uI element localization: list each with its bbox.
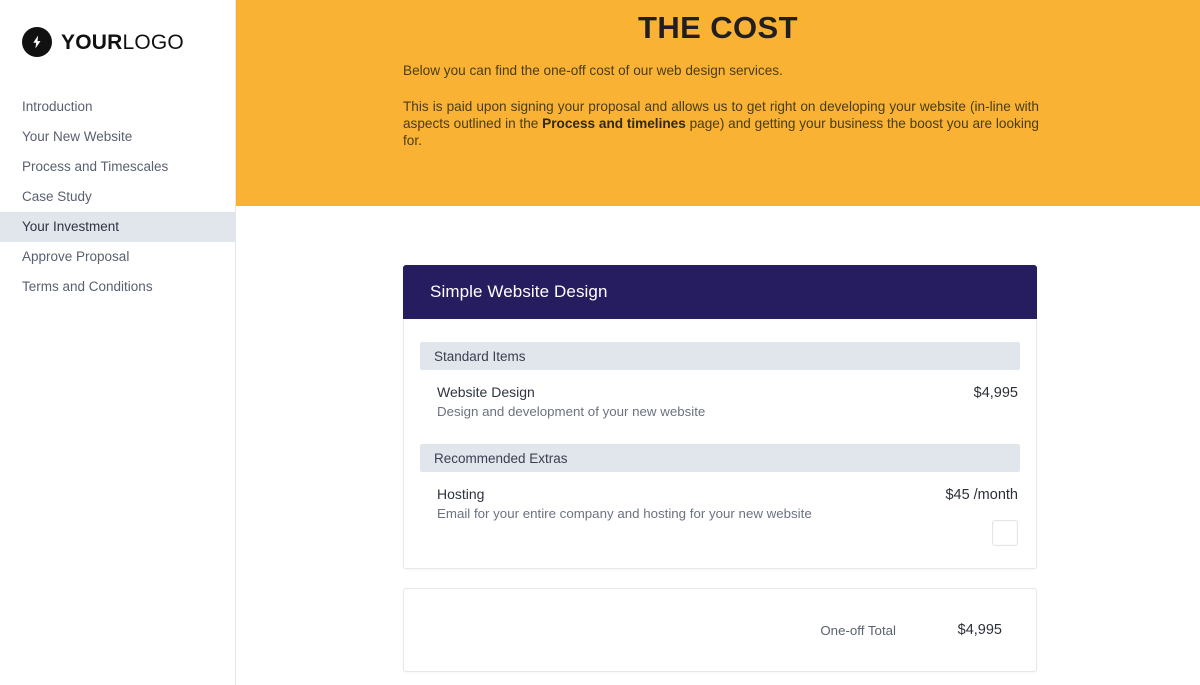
hero-paragraph-2: This is paid upon signing your proposal …	[403, 98, 1039, 149]
sidebar-item-terms-and-conditions[interactable]: Terms and Conditions	[0, 272, 235, 302]
group-header-label: Standard Items	[434, 348, 526, 364]
pricing-section: Simple Website Design Standard Items Web…	[236, 265, 1200, 672]
pricing-card-header: Simple Website Design	[403, 265, 1037, 319]
hero-text-block: Below you can find the one-off cost of o…	[403, 62, 1039, 149]
sidebar-item-your-investment[interactable]: Your Investment	[0, 212, 235, 242]
pricing-card-title: Simple Website Design	[430, 282, 608, 301]
pricing-card-body: Standard Items Website Design Design and…	[404, 319, 1036, 568]
line-item-description: Email for your entire company and hostin…	[437, 506, 812, 521]
hero-paragraph-1: Below you can find the one-off cost of o…	[403, 63, 783, 78]
logo-text: YOURLOGO	[61, 32, 184, 53]
line-item-description: Design and development of your new websi…	[437, 404, 706, 419]
pricing-card: Simple Website Design Standard Items Web…	[403, 265, 1037, 569]
lightning-bolt-icon	[22, 27, 52, 57]
pricing-group-recommended-extras: Recommended Extras Hosting Email for you…	[420, 444, 1020, 546]
total-value: $4,995	[957, 622, 1002, 638]
line-item-price: $45 /month	[945, 487, 1018, 503]
group-header-label: Recommended Extras	[434, 450, 568, 466]
sidebar-item-case-study[interactable]: Case Study	[0, 182, 235, 212]
sidebar: YOURLOGO Introduction Your New Website P…	[0, 0, 236, 685]
sidebar-item-introduction[interactable]: Introduction	[0, 92, 235, 122]
logo-text-bold: YOUR	[61, 30, 123, 54]
main-content: THE COST Below you can find the one-off …	[236, 0, 1200, 685]
hero-banner: THE COST Below you can find the one-off …	[236, 0, 1200, 206]
proposal-page: YOURLOGO Introduction Your New Website P…	[0, 0, 1200, 685]
line-item-name: Website Design	[437, 384, 535, 400]
sidebar-item-process-and-timescales[interactable]: Process and Timescales	[0, 152, 235, 182]
hero-paragraph-2-bold-link: Process and timelines	[542, 116, 686, 131]
line-item-price: $4,995	[973, 385, 1018, 401]
line-item-checkbox[interactable]	[992, 520, 1018, 546]
sidebar-nav: Introduction Your New Website Process an…	[0, 92, 235, 302]
line-item-text: Website Design Design and development of…	[437, 383, 705, 421]
line-item-name: Hosting	[437, 486, 485, 502]
group-header-standard-items: Standard Items	[420, 342, 1020, 370]
pricing-group-standard-items: Standard Items Website Design Design and…	[420, 342, 1020, 421]
group-header-recommended-extras: Recommended Extras	[420, 444, 1020, 472]
line-item-price-area: $45 /month	[945, 485, 1018, 546]
line-item: Website Design Design and development of…	[420, 383, 1020, 421]
logo-text-light: LOGO	[122, 30, 184, 54]
line-item: Hosting Email for your entire company an…	[420, 485, 1020, 546]
sidebar-item-your-new-website[interactable]: Your New Website	[0, 122, 235, 152]
logo[interactable]: YOURLOGO	[0, 24, 235, 60]
page-title: THE COST	[638, 10, 798, 45]
total-label: One-off Total	[820, 622, 896, 638]
sidebar-item-approve-proposal[interactable]: Approve Proposal	[0, 242, 235, 272]
total-card: One-off Total $4,995	[403, 588, 1037, 672]
line-item-text: Hosting Email for your entire company an…	[437, 485, 812, 523]
line-item-price-area: $4,995	[974, 383, 1018, 403]
